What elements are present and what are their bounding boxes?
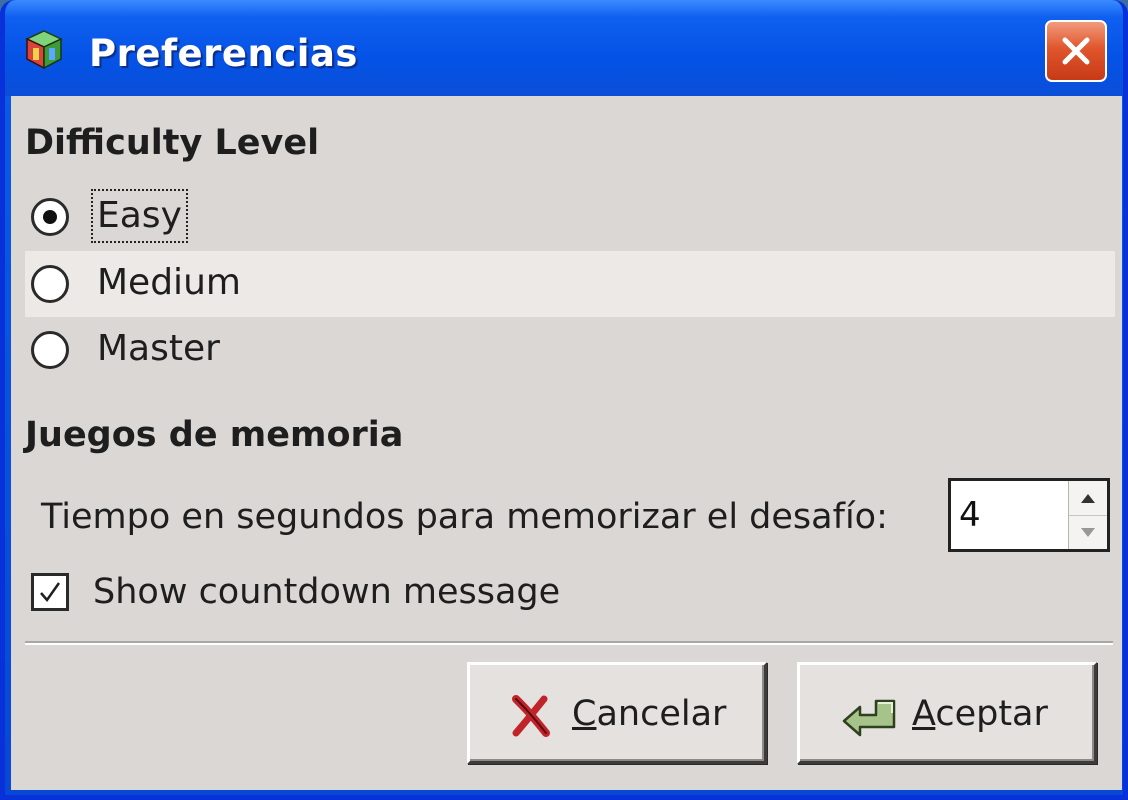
- divider: [25, 641, 1113, 645]
- cancel-button-label: Cancelar: [572, 689, 726, 739]
- arrow-down-icon: [1081, 527, 1095, 537]
- spinner-up-button[interactable]: [1069, 481, 1107, 516]
- radio-master-label[interactable]: Master: [93, 324, 224, 374]
- difficulty-heading: Difficulty Level: [25, 123, 320, 163]
- countdown-checkbox[interactable]: [31, 573, 69, 611]
- spinner-buttons: [1068, 481, 1107, 549]
- dialog-body: Difficulty Level Easy Medium Master Jueg…: [11, 96, 1122, 790]
- radio-medium-button[interactable]: [31, 265, 69, 303]
- radio-selected-dot: [43, 210, 57, 224]
- accept-button-label: Aceptar: [912, 689, 1048, 739]
- arrow-up-icon: [1081, 493, 1095, 503]
- cancel-button[interactable]: Cancelar: [467, 662, 767, 764]
- accept-button[interactable]: Aceptar: [797, 662, 1097, 764]
- countdown-label[interactable]: Show countdown message: [93, 567, 560, 617]
- radio-master[interactable]: Master: [25, 317, 1115, 383]
- enter-arrow-icon: [842, 699, 896, 737]
- radio-easy-label[interactable]: Easy: [91, 189, 188, 243]
- memorize-time-spinner[interactable]: [948, 478, 1110, 552]
- cancel-mnemonic: C: [572, 694, 597, 734]
- radio-easy-button[interactable]: [31, 198, 69, 236]
- accept-label-rest: ceptar: [935, 694, 1048, 734]
- memorize-time-label: Tiempo en segundos para memorizar el des…: [41, 497, 888, 537]
- radio-easy[interactable]: Easy: [25, 184, 1115, 250]
- checkmark-icon: [40, 582, 61, 603]
- title-bar[interactable]: Preferencias: [5, 0, 1123, 96]
- red-x-icon: [512, 695, 550, 737]
- radio-medium-label[interactable]: Medium: [93, 258, 245, 308]
- accept-mnemonic: A: [912, 694, 936, 734]
- cancel-label-rest: ancelar: [596, 694, 727, 734]
- gift-cube-icon: [25, 30, 63, 70]
- close-button[interactable]: [1045, 20, 1107, 82]
- close-icon: [1062, 37, 1090, 65]
- memory-heading: Juegos de memoria: [25, 415, 404, 455]
- radio-master-button[interactable]: [31, 331, 69, 369]
- radio-medium[interactable]: Medium: [25, 251, 1115, 317]
- window-title: Preferencias: [89, 32, 358, 75]
- preferences-window: Preferencias Difficulty Level Easy Mediu…: [0, 0, 1128, 800]
- memorize-time-input[interactable]: [951, 481, 1066, 549]
- spinner-down-button[interactable]: [1069, 515, 1107, 549]
